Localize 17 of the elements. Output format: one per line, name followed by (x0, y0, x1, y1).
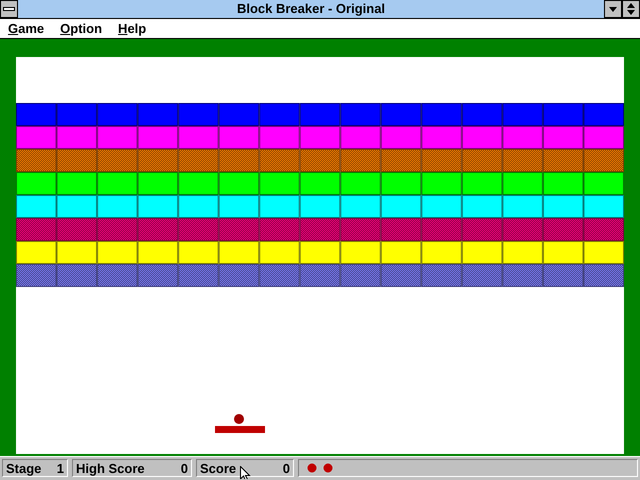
score-label: Score (200, 460, 236, 476)
stage-value: 1 (56, 460, 64, 476)
score-value: 0 (282, 460, 290, 476)
high-score-label: High Score (76, 460, 145, 476)
window-title: Block Breaker - Original (236, 0, 386, 18)
restore-icon (627, 3, 635, 15)
minimize-button[interactable] (604, 0, 622, 18)
high-score-value: 0 (180, 460, 188, 476)
system-menu-button[interactable] (0, 0, 18, 18)
system-menu-icon (3, 7, 15, 11)
menu-item[interactable]: Help (112, 19, 152, 38)
minimize-icon (609, 6, 617, 12)
maximize-button[interactable] (622, 0, 640, 18)
menu-item[interactable]: Option (54, 19, 108, 38)
stage-label: Stage (6, 460, 42, 476)
menu-item[interactable]: Game (2, 19, 50, 38)
ball (234, 414, 244, 424)
